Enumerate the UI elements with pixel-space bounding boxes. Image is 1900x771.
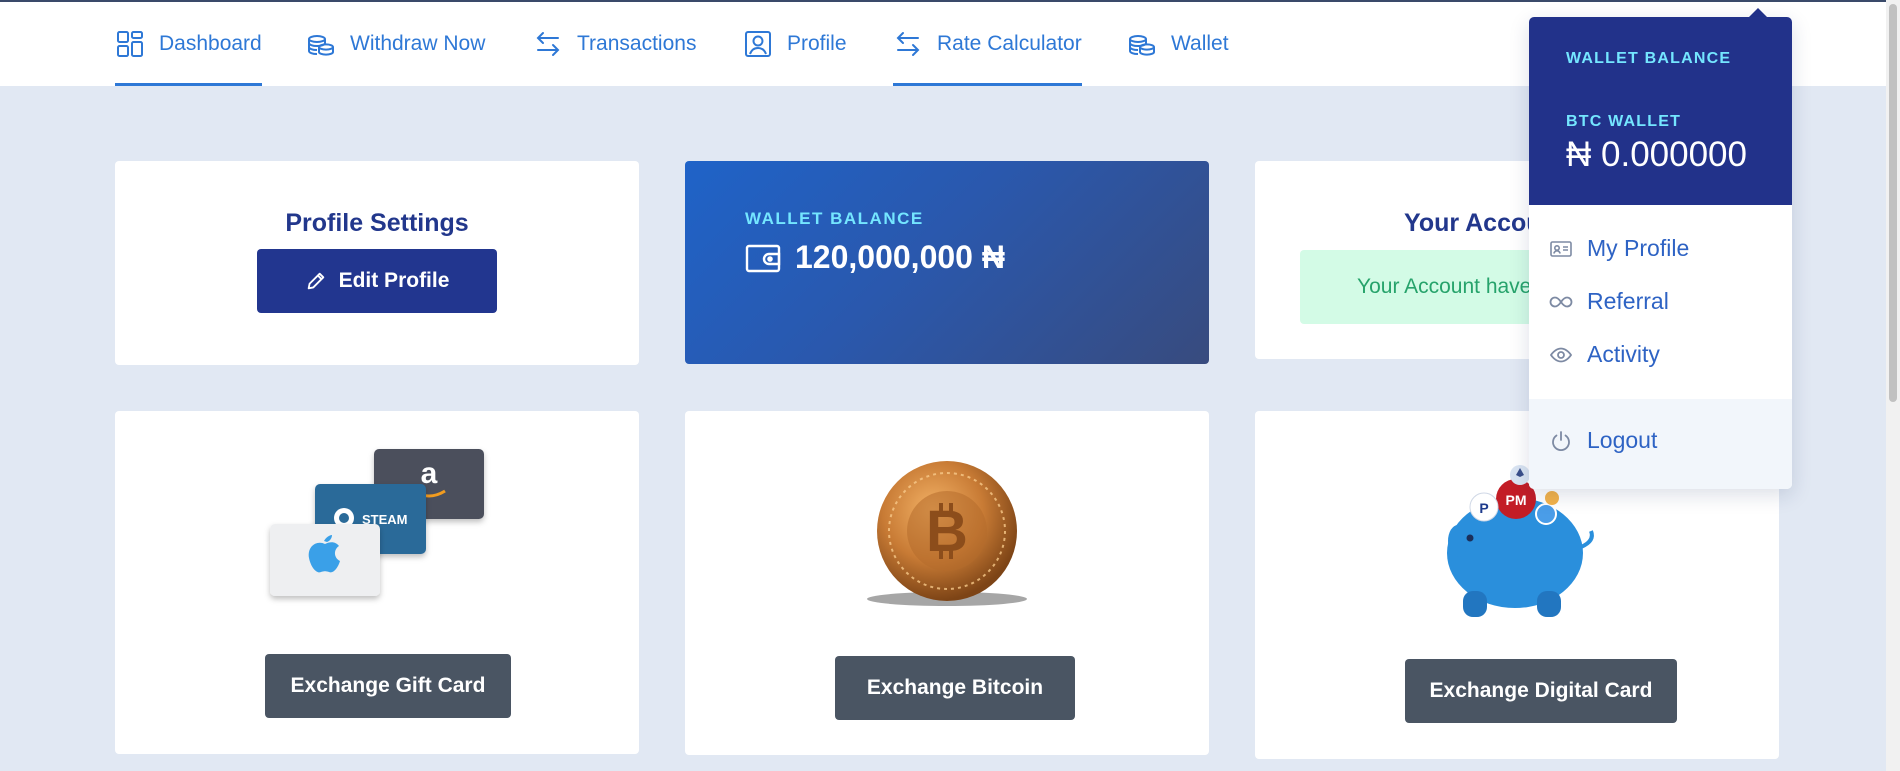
dropdown-item-my-profile[interactable]: My Profile: [1549, 235, 1689, 262]
profile-settings-card: Profile Settings Edit Profile: [115, 161, 639, 365]
coins-icon: [308, 35, 334, 56]
exchange-bitcoin-button[interactable]: Exchange Bitcoin: [835, 656, 1075, 720]
dropdown-footer: Logout: [1529, 399, 1792, 489]
logout-link[interactable]: Logout: [1549, 427, 1657, 454]
bitcoin-coin-icon: B: [867, 461, 1027, 606]
id-card-icon: [1550, 240, 1572, 257]
dropdown-item-referral[interactable]: Referral: [1549, 288, 1669, 315]
nav-profile[interactable]: Profile: [743, 2, 847, 86]
bitcoin-illustration: B: [685, 441, 1209, 611]
coins-icon: [1129, 35, 1155, 56]
pencil-icon: [307, 272, 324, 290]
nav-dashboard[interactable]: Dashboard: [115, 2, 262, 86]
nav-transactions[interactable]: Transactions: [533, 2, 696, 86]
gift-cards-illustration: a STEAM: [115, 441, 639, 611]
dashboard-icon: [117, 31, 143, 57]
edit-profile-button[interactable]: Edit Profile: [257, 249, 497, 313]
dropdown-item-activity[interactable]: Activity: [1549, 341, 1660, 368]
dropdown-item-label: My Profile: [1587, 235, 1690, 261]
page-scrollbar[interactable]: [1886, 0, 1900, 771]
wallet-balance-label: WALLET BALANCE: [745, 209, 924, 228]
scrollbar-thumb[interactable]: [1889, 4, 1897, 402]
nav-withdraw-now[interactable]: Withdraw Now: [306, 2, 485, 86]
wallet-balance-amount: 120,000,000 ₦: [795, 239, 1005, 275]
logout-label: Logout: [1587, 427, 1658, 453]
profile-settings-title: Profile Settings: [285, 209, 469, 237]
nav-rate-calculator-label: Rate Calculator: [937, 32, 1082, 55]
nav-withdraw-now-label: Withdraw Now: [350, 32, 486, 55]
nav-dashboard-label: Dashboard: [159, 32, 262, 55]
infinity-icon: [1549, 296, 1573, 307]
dropdown-btc-wallet-label: BTC WALLET: [1566, 113, 1682, 130]
nav-wallet[interactable]: Wallet: [1127, 2, 1229, 86]
dropdown-wallet-balance-label: WALLET BALANCE: [1566, 50, 1732, 67]
dropdown-item-label: Referral: [1587, 288, 1669, 314]
svg-text:P: P: [1479, 500, 1488, 516]
nav-rate-calculator[interactable]: Rate Calculator: [893, 2, 1082, 86]
dropdown-wallet-header: WALLET BALANCE BTC WALLET ₦ 0.000000: [1529, 17, 1792, 205]
user-portrait-icon: [745, 31, 771, 57]
user-dropdown-menu: WALLET BALANCE BTC WALLET ₦ 0.000000 My …: [1529, 17, 1792, 489]
dropdown-item-label: Activity: [1587, 341, 1660, 367]
svg-text:B: B: [926, 499, 968, 564]
wallet-balance-amount-row: 120,000,000 ₦: [745, 239, 1005, 276]
dropdown-btc-amount: ₦ 0.000000: [1566, 135, 1747, 174]
transfer-arrows-icon: [536, 32, 560, 56]
wallet-icon: [745, 244, 781, 272]
transfer-arrows-icon: [896, 32, 920, 56]
wallet-balance-card: WALLET BALANCE 120,000,000 ₦: [685, 161, 1209, 364]
gift-cards-art: a STEAM: [270, 449, 484, 596]
eye-icon: [1549, 347, 1573, 362]
edit-profile-label: Edit Profile: [338, 269, 450, 292]
gift-card-card: a STEAM Exchange Gift Card: [115, 411, 639, 754]
nav-transactions-label: Transactions: [577, 32, 697, 55]
nav-wallet-label: Wallet: [1171, 32, 1229, 55]
exchange-gift-card-button[interactable]: Exchange Gift Card: [265, 654, 511, 718]
perfect-money-logo-text: PM: [1506, 492, 1527, 508]
nav-profile-label: Profile: [787, 32, 847, 55]
power-icon: [1552, 430, 1570, 451]
exchange-digital-card-button[interactable]: Exchange Digital Card: [1405, 659, 1677, 723]
bitcoin-card: B Exchange Bitcoin: [685, 411, 1209, 755]
